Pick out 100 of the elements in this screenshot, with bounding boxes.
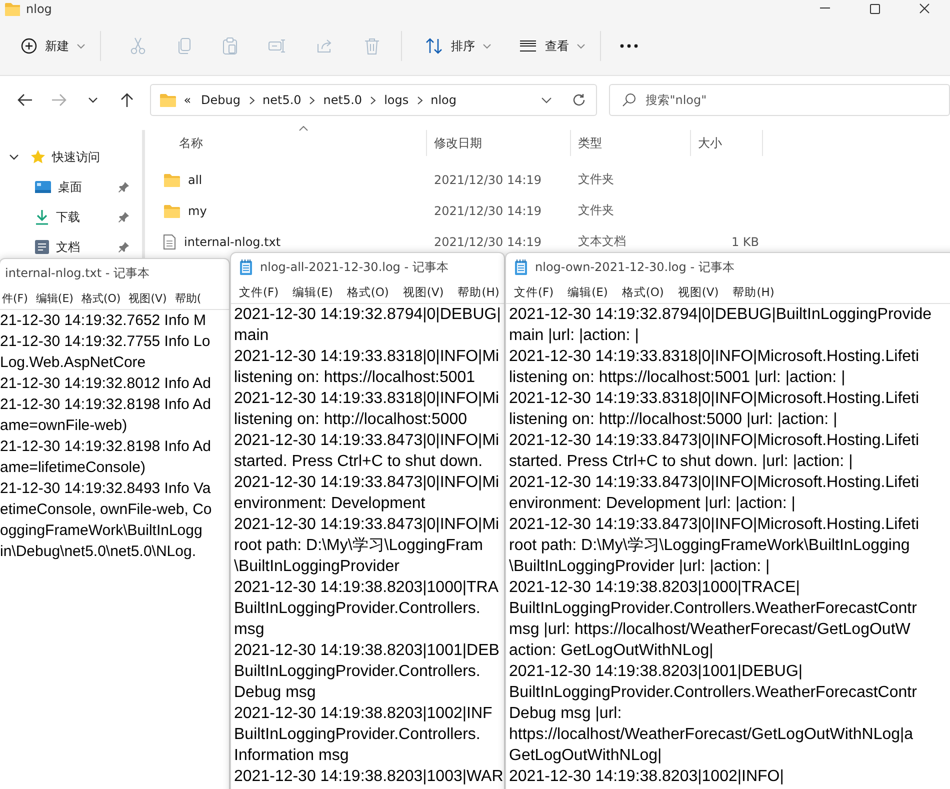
menu-item[interactable]: 文件(F): [512, 284, 556, 300]
log-line: in\Debug\net5.0\net5.0\NLog.: [0, 542, 196, 562]
chevron-icon: [309, 96, 316, 104]
column-header[interactable]: 类型: [571, 130, 691, 156]
list-view-icon: [519, 39, 537, 53]
window-title: nlog-all-2021-12-30.log - 记事本: [260, 258, 448, 276]
log-line: GetLogOutWithNLog|: [509, 746, 662, 766]
column-header[interactable]: 名称: [159, 130, 427, 156]
column-header[interactable]: 大小: [691, 130, 763, 156]
file-name[interactable]: all: [188, 172, 202, 186]
desktop-icon: [34, 180, 52, 194]
file-type: 文件夹: [578, 202, 614, 219]
menu-item[interactable]: 编辑(E): [566, 284, 610, 300]
modified-date: 2021/12/30 14:19: [434, 234, 542, 248]
column-header[interactable]: 修改日期: [427, 130, 571, 156]
log-line: 2021-12-30 14:19:32.8794|0|DEBUG|BuiltInLoggingProvide: [509, 305, 932, 325]
trash-icon: [364, 37, 380, 55]
new-button[interactable]: 新建: [12, 28, 94, 64]
log-line: BuiltInLoggingProvider.Controllers.: [234, 725, 480, 745]
log-line: 2021-12-30 14:19:33.8318|0|INFO|Mi: [234, 389, 500, 409]
log-line: 2021-12-30 14:19:33.8473|0|INFO|Microsoft.Hosting.Lifeti: [509, 473, 920, 493]
chevron-icon: [370, 96, 376, 104]
download-icon: [34, 209, 50, 225]
sidebar-item[interactable]: 快速访问: [52, 148, 100, 166]
folder-icon: [4, 2, 20, 16]
more-icon: [620, 44, 638, 48]
text-area[interactable]: [0, 309, 229, 562]
clipboard-icon: [222, 37, 238, 55]
log-line: Log.Web.AspNetCore: [0, 353, 146, 373]
log-line: 2021-12-30 14:19:33.8318|0|INFO|Microsoft.Hosting.Lifeti: [509, 347, 920, 367]
log-line: msg: [234, 620, 264, 640]
menu-item[interactable]: 帮助(H): [456, 284, 502, 300]
overflow-chevron[interactable]: «: [180, 93, 194, 107]
sidebar-item[interactable]: 桌面: [58, 178, 82, 196]
menu-item[interactable]: 帮助(H): [730, 284, 776, 300]
breadcrumb-item[interactable]: nlog: [428, 93, 460, 107]
menu-item[interactable]: 视图(V): [676, 284, 721, 300]
menu-item[interactable]: 帮助(: [172, 290, 204, 306]
log-line: listening on: https://localhost:5001: [234, 368, 476, 388]
file-name[interactable]: my: [188, 204, 207, 218]
forward-arrow-icon: [50, 93, 67, 107]
copy-icon: [176, 37, 192, 55]
window-title: nlog-own-2021-12-30.log - 记事本: [535, 258, 734, 276]
maximize-icon: [869, 2, 881, 14]
window-title: nlog: [26, 2, 52, 16]
menu-item[interactable]: 格式(O): [344, 284, 391, 300]
breadcrumb-item[interactable]: net5.0: [320, 93, 366, 107]
log-line: 21-12-30 14:19:32.8198 Info Ad: [0, 395, 212, 415]
document-icon: [34, 239, 50, 255]
menu-item[interactable]: 件(F): [0, 290, 30, 306]
caret-icon: [483, 44, 491, 48]
view-button[interactable]: 查看: [510, 28, 594, 64]
menu-item[interactable]: 编辑(E): [34, 290, 76, 306]
menu-item[interactable]: 视图(V): [126, 290, 169, 306]
menu-item[interactable]: 视图(V): [400, 284, 446, 300]
sidebar-item[interactable]: 下载: [56, 208, 80, 226]
log-line: 21-12-30 14:19:32.8012 Info Ad: [0, 374, 212, 394]
search-field[interactable]: 搜索"nlog": [646, 86, 936, 114]
sort-button[interactable]: 排序: [416, 28, 500, 64]
log-line: Debug msg |url:: [509, 704, 622, 724]
notepad-icon: [514, 258, 528, 276]
sidebar-item[interactable]: 文档: [56, 238, 80, 256]
menu-item[interactable]: 格式(O): [79, 290, 123, 306]
file-type: 文件夹: [578, 171, 614, 188]
plus-icon: [21, 38, 37, 54]
log-line: etimeConsole, ownFile-web, Co: [0, 500, 212, 520]
log-line: 2021-12-30 14:19:38.8203|1002|INFO|: [509, 767, 784, 787]
notepad-icon: [239, 258, 253, 276]
close-icon: [919, 2, 931, 14]
log-line: 2021-12-30 14:19:32.8794|0|DEBUG|: [234, 305, 501, 325]
breadcrumb-item[interactable]: logs: [381, 93, 412, 107]
menu-item[interactable]: 文件(F): [237, 284, 281, 300]
log-line: BuiltInLoggingProvider.Controllers.WeatherForecastContr: [509, 683, 917, 703]
log-line: 2021-12-30 14:19:33.8473|0|INFO|Mi: [234, 515, 500, 535]
menu-item[interactable]: 编辑(E): [290, 284, 335, 300]
modified-date: 2021/12/30 14:19: [434, 204, 542, 218]
breadcrumb-item[interactable]: Debug: [198, 93, 244, 107]
log-line: 2021-12-30 14:19:33.8473|0|INFO|Microsoft.Hosting.Lifeti: [509, 431, 920, 451]
log-line: started. Press Ctrl+C to shut down. |url: |action: |: [509, 452, 853, 472]
log-line: 2021-12-30 14:19:38.8203|1002|INF: [234, 704, 492, 724]
share-icon: [316, 38, 334, 54]
log-line: 2021-12-30 14:19:38.8203|1001|DEB: [234, 641, 500, 661]
search-box[interactable]: 搜索"nlog": [608, 84, 950, 116]
address-bar[interactable]: « Debug net5.0 net5.0 logs nlog: [150, 84, 597, 116]
log-line: \BuiltInLoggingProvider: [234, 557, 400, 577]
log-line: listening on: https://localhost:5001 |url: |action: |: [509, 368, 846, 388]
breadcrumb-item[interactable]: net5.0: [260, 93, 304, 107]
log-line: main: [234, 326, 269, 346]
log-line: BuiltInLoggingProvider.Controllers.WeatherForecastContr: [509, 599, 917, 619]
menu-item[interactable]: 格式(O): [620, 284, 666, 300]
log-line: 2021-12-30 14:19:33.8473|0|INFO|Microsoft.Hosting.Lifeti: [509, 515, 920, 535]
log-line: main |url: |action: |: [509, 326, 639, 346]
folder-icon: [163, 172, 180, 186]
file-name[interactable]: internal-nlog.txt: [184, 234, 281, 248]
text-area[interactable]: [231, 303, 504, 787]
log-line: 2021-12-30 14:19:33.8318|0|INFO|Mi: [234, 347, 500, 367]
folder-icon: [158, 93, 177, 107]
log-line: https://localhost/WeatherForecast/GetLogOutWithNLog|a: [509, 725, 914, 745]
text-area[interactable]: [506, 303, 950, 787]
log-line: listening on: http://localhost:5000: [234, 410, 468, 430]
